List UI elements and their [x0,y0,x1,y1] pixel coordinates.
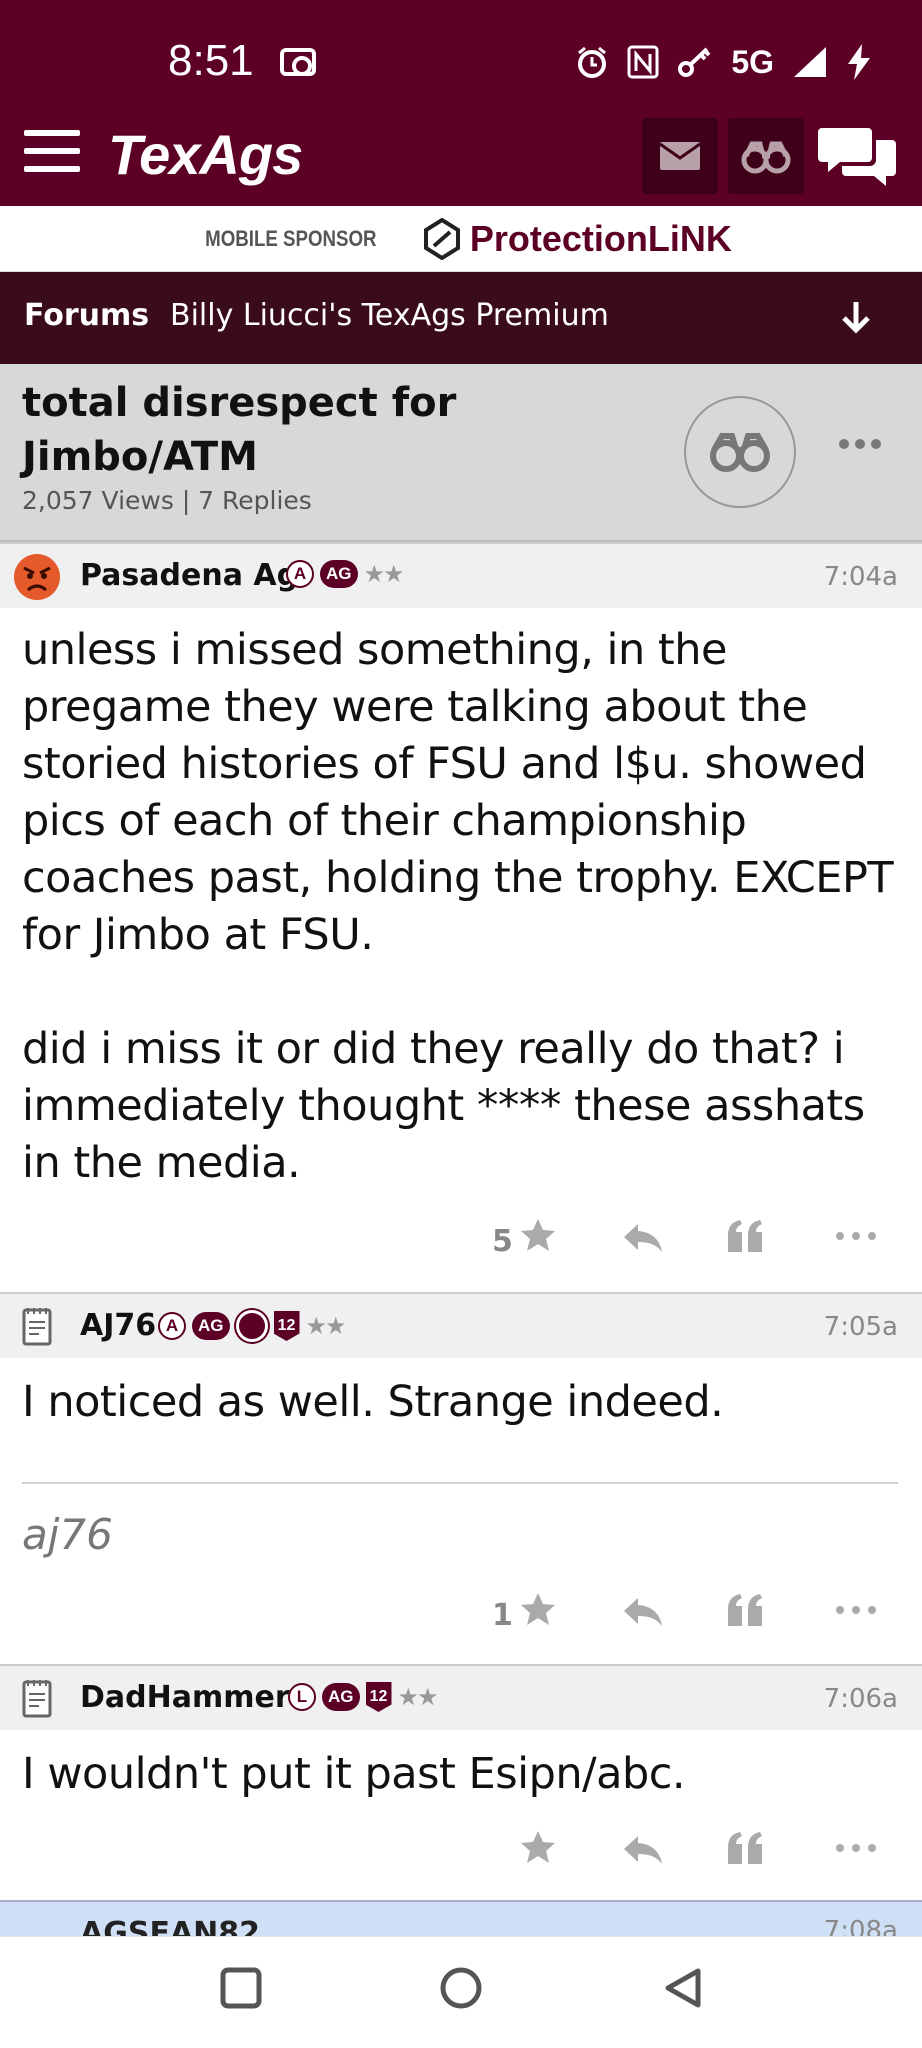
badge-a: A [286,560,314,588]
key-icon [678,47,711,77]
star-rating: ★★ [397,1683,439,1711]
angry-face-avatar[interactable] [12,552,62,602]
star-icon[interactable] [518,1828,558,1868]
binoculars-icon [710,433,770,472]
arrow-down-icon[interactable] [836,298,876,338]
quote-icon[interactable] [726,1592,764,1630]
camera-icon [280,48,316,76]
thread-header: total disrespect for Jimbo/ATM 2,057 Vie… [0,364,922,542]
chat-icon[interactable] [818,124,898,194]
sponsor-brand-name: ProtectionLiNK [469,217,732,259]
breadcrumb: Forums Billy Liucci's TexAgs Premium [0,272,922,364]
system-navigation-bar [0,1936,922,2048]
badge-ag: AG [192,1312,230,1340]
post-actions [0,1828,922,1878]
quote-icon[interactable] [726,1218,764,1256]
status-bar: 8:51 5G [0,0,922,118]
more-options-icon[interactable] [834,1840,878,1856]
badge-a: A [158,1312,186,1340]
post-username[interactable]: Pasadena Ag [80,558,298,593]
more-options-icon[interactable] [836,434,884,454]
nav-header: TexAgs [0,118,922,206]
status-time: 8:51 [168,36,254,85]
sponsor-label: MOBILE SPONSOR [205,225,377,251]
nfc-icon [627,45,659,79]
seal-badge-icon [235,1310,268,1342]
post-username[interactable]: DadHammer [80,1680,290,1715]
home-button[interactable] [440,1967,482,2009]
thread-title: total disrespect for Jimbo/ATM [22,380,457,480]
post-body: I noticed as well. Strange indeed. [22,1377,724,1427]
alarm-icon [578,46,607,78]
menu-icon[interactable] [24,130,80,180]
badge-12: 12 [273,1311,300,1341]
post-body: I wouldn't put it past Esipn/abc. [22,1749,686,1799]
star-rating: ★★ [363,560,405,588]
badge-ag: AG [322,1683,360,1711]
badge-l: L [288,1683,316,1711]
badge-ag: AG [320,560,358,588]
protectionlink-logo-icon [423,217,460,260]
charging-icon [848,44,870,80]
notepad-avatar[interactable] [12,1302,62,1352]
status-icons: 5G [575,38,872,86]
post-time: 7:05a [823,1312,898,1342]
post-header: AJ76 A AG 12 ★★ 7:05a [0,1292,922,1358]
more-options-icon[interactable] [834,1602,878,1618]
app-header: 8:51 5G TexAgs [0,0,922,206]
star-rating: ★★ [305,1312,347,1340]
post-username[interactable]: AJ76 [80,1308,156,1343]
user-badges: A AG 12 ★★ [158,1310,347,1342]
recents-button[interactable] [220,1967,262,2009]
sponsor-brand[interactable]: ProtectionLiNK [422,217,732,260]
back-button[interactable] [662,1967,704,2009]
post-header: DadHammer L AG 12 ★★ 7:06a [0,1664,922,1730]
next-post-header[interactable]: AGSEAN82 7:08a [0,1900,922,1936]
network-label: 5G [731,43,774,80]
reply-icon[interactable] [622,1832,664,1868]
breadcrumb-forums[interactable]: Forums [24,298,149,333]
star-icon[interactable] [518,1216,558,1256]
post-actions: 1 [0,1590,922,1640]
post-time: 7:06a [823,1684,898,1714]
quote-icon[interactable] [726,1830,764,1868]
post-signature: aj76 [22,1510,113,1559]
post-username[interactable]: AGSEAN82 [80,1916,260,1936]
post-header: Pasadena Ag A AG ★★ 7:04a [0,542,922,608]
more-options-icon[interactable] [834,1228,878,1244]
badge-12: 12 [365,1682,392,1712]
watch-thread-button[interactable] [684,396,796,508]
thread-meta: 2,057 Views | 7 Replies [22,486,312,515]
user-badges: A AG ★★ [286,560,405,588]
post-time: 7:08a [823,1916,898,1936]
texags-logo[interactable]: TexAgs [108,122,303,187]
post-time: 7:04a [823,562,898,592]
star-icon[interactable] [518,1590,558,1630]
post-actions: 5 [0,1216,922,1266]
mobile-sponsor-banner[interactable]: MOBILE SPONSOR ProtectionLiNK [0,206,922,272]
mail-icon [659,142,701,170]
reply-icon[interactable] [622,1220,664,1256]
reply-icon[interactable] [622,1594,664,1630]
like-count: 1 [492,1598,513,1633]
like-count: 5 [492,1224,513,1259]
binoculars-icon [741,141,791,174]
breadcrumb-board[interactable]: Billy Liucci's TexAgs Premium [170,298,609,333]
signature-divider [22,1482,898,1484]
user-badges: L AG 12 ★★ [288,1682,439,1712]
post-body: unless i missed something, in the pregam… [22,625,894,1188]
notepad-avatar[interactable] [12,1674,62,1724]
signal-icon [794,47,826,77]
mail-button[interactable] [642,118,718,194]
watch-button[interactable] [728,118,804,194]
